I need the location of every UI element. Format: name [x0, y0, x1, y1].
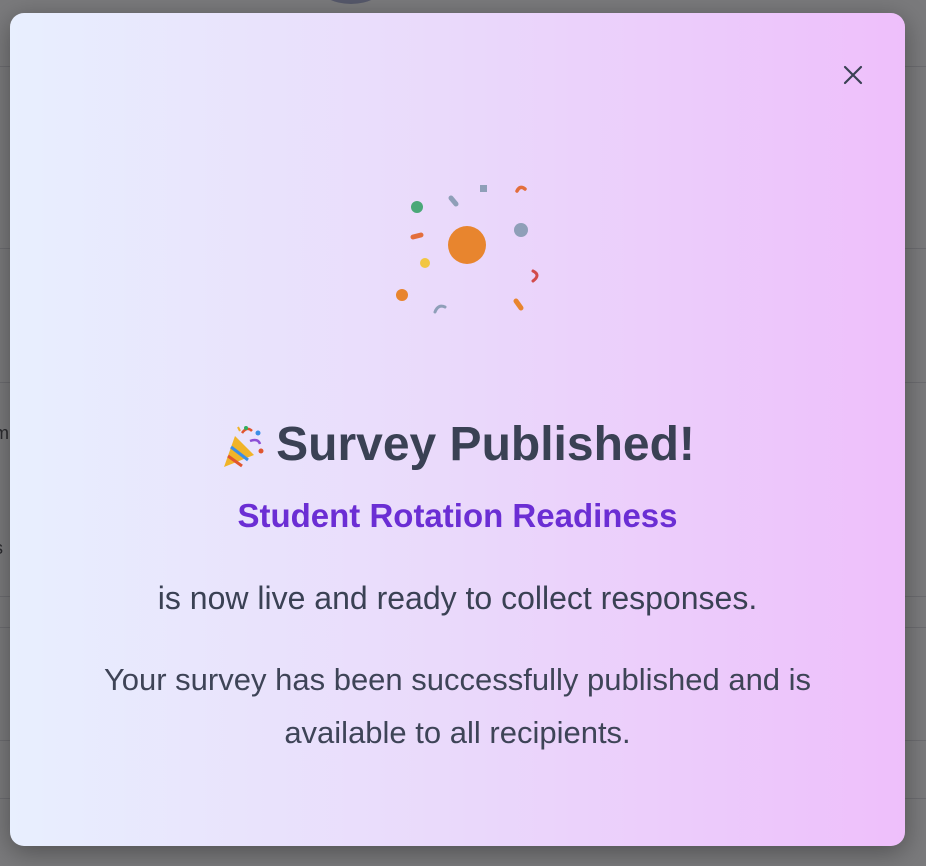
party-popper-icon [224, 426, 264, 468]
description-text: Your survey has been successfully publis… [103, 662, 812, 750]
close-icon [843, 65, 863, 85]
title-text: Survey Published! [276, 418, 695, 471]
background-avatar [318, 0, 384, 4]
survey-name: Student Rotation Readiness [237, 497, 678, 534]
background-text: s [0, 538, 3, 559]
publish-success-modal: Survey Published! Student Rotation Readi… [10, 13, 905, 846]
confetti-burst-icon [396, 185, 539, 314]
modal-title: Survey Published! [10, 415, 905, 475]
close-button[interactable] [841, 63, 865, 87]
background-text: m [0, 423, 9, 443]
status-message: is now live and ready to collect respons… [157, 580, 758, 616]
